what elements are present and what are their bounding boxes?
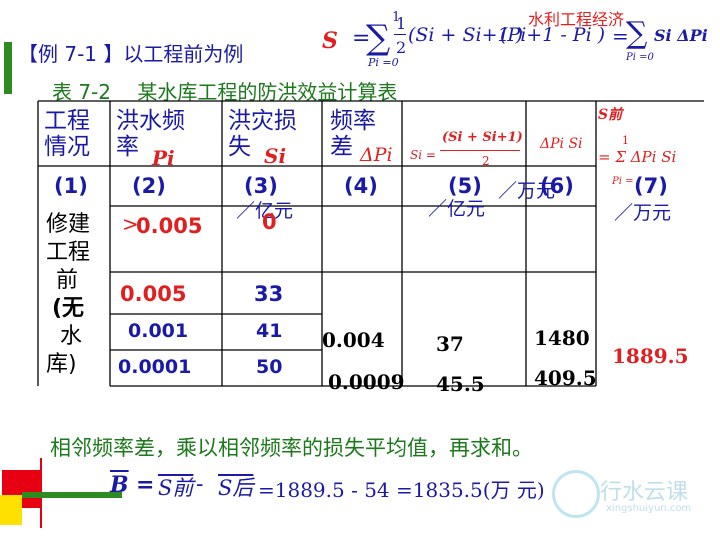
header-col6-formula: ΔPi Si xyxy=(540,136,583,152)
dp-value-2: 0.0009 xyxy=(328,370,405,394)
header-col5-frac-line xyxy=(440,150,520,151)
index-col4: (4) xyxy=(344,174,378,198)
row1-p: 0.005 xyxy=(136,210,216,242)
sbar-value-2: 45.5 xyxy=(436,372,485,396)
index-col3: (3) xyxy=(244,174,278,198)
header-col1-line1: 工程 xyxy=(44,108,90,134)
bottom-sentence: 相邻频率差，乘以相邻频率的损失平均值，再求和。 xyxy=(50,436,533,460)
bottom-formula-result: =1889.5 - 54 =1835.5(万 元) xyxy=(258,478,545,502)
bottom-formula-lhs-text: B xyxy=(110,472,129,498)
dp-value-1: 0.004 xyxy=(322,328,385,352)
bottom-formula-s2: S后 xyxy=(218,476,254,500)
bottom-formula-minus: - xyxy=(196,472,204,497)
row2-p: 0.005 xyxy=(120,282,187,306)
header-col5-den: 2 xyxy=(482,154,490,168)
header-col3-line2: 失 xyxy=(228,134,251,160)
row4-s: 50 xyxy=(256,356,283,378)
header-col7-top: S前 xyxy=(598,107,623,123)
sbar-value-1: 37 xyxy=(436,332,464,356)
bottom-formula-s1: S前 xyxy=(158,476,194,500)
header-col7-sum-bottom: Pi = xyxy=(612,176,634,187)
row1-s: 0 xyxy=(262,210,277,234)
logo-url: xingshuiyun.com xyxy=(606,503,692,514)
product-value-2: 409.5 xyxy=(534,366,597,390)
bottom-formula-eq: = xyxy=(136,472,155,498)
header-col2-line1: 洪水频 xyxy=(116,108,185,134)
header-col5-num: (Si + Si+1) xyxy=(442,130,523,145)
unit-col7: ／万元 xyxy=(614,202,672,224)
index-col1: (1) xyxy=(54,174,88,198)
header-col7-sum-top: 1 xyxy=(622,134,629,147)
index-col2: (2) xyxy=(132,174,166,198)
unit-col5: ／亿元 xyxy=(428,198,486,220)
total-value: 1889.5 xyxy=(612,344,689,368)
logo-icon xyxy=(552,470,600,518)
header-col4-line2: 差 xyxy=(330,134,353,160)
row3-s: 41 xyxy=(256,320,283,342)
bottom-formula-lhs: B xyxy=(110,472,129,498)
row-label-line6: 库) xyxy=(46,352,77,377)
logo-text: 行水云课 xyxy=(600,480,689,505)
row2-s: 33 xyxy=(254,282,284,306)
row3-p: 0.001 xyxy=(128,320,189,342)
row4-p: 0.0001 xyxy=(118,356,192,378)
row1-p-value: 0.005 xyxy=(136,214,203,238)
header-col4-line1: 频率 xyxy=(330,108,376,134)
header-col4-symbol: ΔPi xyxy=(360,144,393,166)
header-col3-symbol: Si xyxy=(264,144,287,168)
header-col7-formula: = Σ ΔPi Si xyxy=(598,148,677,166)
header-col5-lhs: Si = xyxy=(410,148,436,162)
header-col3-line1: 洪灾损 xyxy=(228,108,297,134)
header-col2-line2: 率 xyxy=(116,134,139,160)
header-col1-line2: 情况 xyxy=(44,134,90,160)
product-value-1: 1480 xyxy=(534,326,590,350)
header-col2-symbol: Pi xyxy=(152,146,175,170)
index-col7: (7) xyxy=(634,174,668,198)
unit-col6: ／万元 xyxy=(498,180,556,202)
